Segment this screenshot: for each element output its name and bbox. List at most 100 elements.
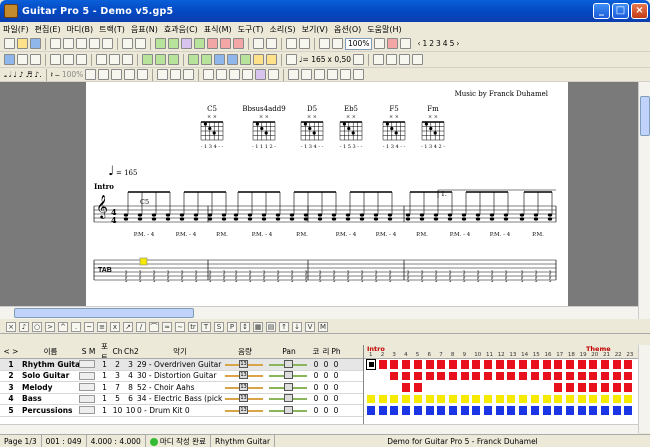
track-instrument[interactable]: 30 - Distortion Guitar — [137, 371, 223, 380]
close-button[interactable]: × — [631, 3, 648, 19]
measure-cell[interactable] — [447, 370, 458, 381]
hammer-tool-icon[interactable]: ⌒ — [149, 321, 159, 332]
measure-cell[interactable] — [506, 405, 517, 416]
measure-cell[interactable] — [588, 405, 599, 416]
reverb-value[interactable]: 0 — [321, 406, 331, 415]
master-icon[interactable]: M — [318, 321, 328, 332]
half-note-icon[interactable]: 𝅗𝅥 — [9, 70, 11, 80]
chord-diagram-icon[interactable] — [255, 69, 267, 80]
solo-mute-toggle[interactable] — [79, 383, 95, 392]
ghost-note-icon[interactable]: ○ — [32, 321, 42, 332]
measure-cell[interactable] — [389, 382, 400, 393]
palm-mute-icon[interactable]: ≡ — [97, 321, 107, 332]
staff-icon[interactable] — [157, 69, 169, 80]
track-channel[interactable]: 7 — [111, 383, 124, 392]
measure-cell[interactable] — [424, 359, 435, 370]
fade-icon[interactable] — [353, 69, 365, 80]
measure-cell[interactable] — [471, 359, 482, 370]
layout-icon[interactable] — [319, 38, 330, 49]
measure-cell[interactable] — [600, 370, 610, 381]
track-name[interactable]: Rhythm Guitar — [22, 360, 79, 369]
measure-cell[interactable] — [576, 382, 587, 393]
measure-cell[interactable] — [494, 393, 505, 404]
measure-cell[interactable] — [611, 370, 622, 381]
note-up-icon[interactable] — [373, 54, 385, 65]
vscroll-thumb[interactable] — [640, 96, 650, 136]
hscroll-thumb[interactable] — [14, 308, 194, 318]
track-port[interactable]: 1 — [98, 360, 111, 369]
measure-cell[interactable] — [564, 370, 575, 381]
measure-cell[interactable] — [436, 382, 447, 393]
minimize-button[interactable]: _ — [593, 3, 610, 19]
slide-tool-icon[interactable]: / — [136, 321, 146, 332]
measure-cell[interactable] — [529, 382, 540, 393]
measure-cell[interactable] — [564, 382, 575, 393]
menu-tools[interactable]: 도구(T) — [238, 24, 264, 35]
countdown-icon[interactable] — [266, 54, 277, 65]
measure-cell[interactable] — [436, 370, 447, 381]
tab-staff-icon[interactable] — [170, 69, 182, 80]
measure-cell[interactable] — [483, 405, 493, 416]
transpose-icon[interactable] — [412, 54, 424, 65]
measure-cell[interactable] — [518, 370, 529, 381]
vibrato-icon[interactable] — [288, 69, 300, 80]
menu-file[interactable]: 파일(F) — [3, 24, 29, 35]
measure-cell[interactable] — [483, 393, 493, 404]
measure-cell[interactable] — [471, 370, 482, 381]
play-icon[interactable] — [201, 54, 212, 65]
speed-dropdown-icon[interactable] — [353, 54, 365, 65]
save-icon[interactable] — [30, 38, 41, 49]
measure-cell[interactable] — [623, 382, 634, 393]
track-name[interactable]: Melody — [22, 383, 79, 392]
speed-display[interactable]: x 0,50 — [328, 55, 352, 64]
volume-knob[interactable]: 13 — [239, 382, 248, 391]
measure-cell[interactable] — [447, 382, 458, 393]
measure-cell[interactable] — [529, 359, 540, 370]
pan-slider[interactable] — [267, 359, 311, 369]
copy-icon[interactable] — [89, 38, 100, 49]
bend-tool-icon[interactable]: ↗ — [123, 321, 133, 332]
measure-cell[interactable] — [459, 382, 470, 393]
track-channel2[interactable]: 8 — [124, 383, 137, 392]
pan-knob[interactable] — [284, 382, 293, 391]
measure-cell[interactable] — [553, 393, 564, 404]
beam3-icon[interactable] — [229, 69, 241, 80]
measure-cell[interactable] — [366, 359, 376, 370]
tremolo-icon[interactable]: ≈ — [162, 321, 172, 332]
phaser-value[interactable]: 0 — [331, 360, 341, 369]
measure-cell[interactable] — [483, 370, 493, 381]
measure-cell[interactable] — [366, 382, 376, 393]
measure-cell[interactable] — [588, 359, 599, 370]
measure-cell[interactable] — [506, 370, 517, 381]
volume-slider[interactable]: 13 — [223, 371, 267, 380]
measure-cell[interactable] — [494, 405, 505, 416]
rse-icon[interactable] — [207, 38, 218, 49]
menu-markers[interactable]: 표식(M) — [204, 24, 232, 35]
measure-cell[interactable] — [424, 370, 435, 381]
measure-cell[interactable] — [483, 382, 493, 393]
measure-cell[interactable] — [541, 359, 552, 370]
measure-cell[interactable] — [377, 370, 388, 381]
pan-knob[interactable] — [284, 371, 293, 380]
hammer-icon[interactable] — [327, 69, 339, 80]
menu-sound[interactable]: 소리(S) — [270, 24, 296, 35]
redo-icon[interactable] — [135, 38, 146, 49]
track-port[interactable]: 1 — [98, 406, 111, 415]
measure-cell[interactable] — [611, 359, 622, 370]
track-channel[interactable]: 3 — [111, 371, 124, 380]
measure-cell[interactable] — [611, 405, 622, 416]
fret-view-icon[interactable]: ▦ — [253, 321, 263, 332]
edit-cursor[interactable] — [139, 257, 148, 266]
measure-cell[interactable] — [518, 405, 529, 416]
string-icon[interactable] — [17, 54, 28, 65]
page-2[interactable]: 2 — [429, 39, 434, 48]
quarter-note-icon[interactable]: ♩ — [13, 70, 17, 79]
measure-cell[interactable] — [576, 359, 587, 370]
measure-cell[interactable] — [377, 359, 388, 370]
measure-cell[interactable] — [588, 370, 599, 381]
dynamic-mf-icon[interactable] — [111, 69, 123, 80]
score-horizontal-scrollbar[interactable] — [0, 306, 638, 319]
measure-cell[interactable] — [576, 405, 587, 416]
cut-icon[interactable] — [76, 38, 87, 49]
measure-cell[interactable] — [600, 405, 610, 416]
